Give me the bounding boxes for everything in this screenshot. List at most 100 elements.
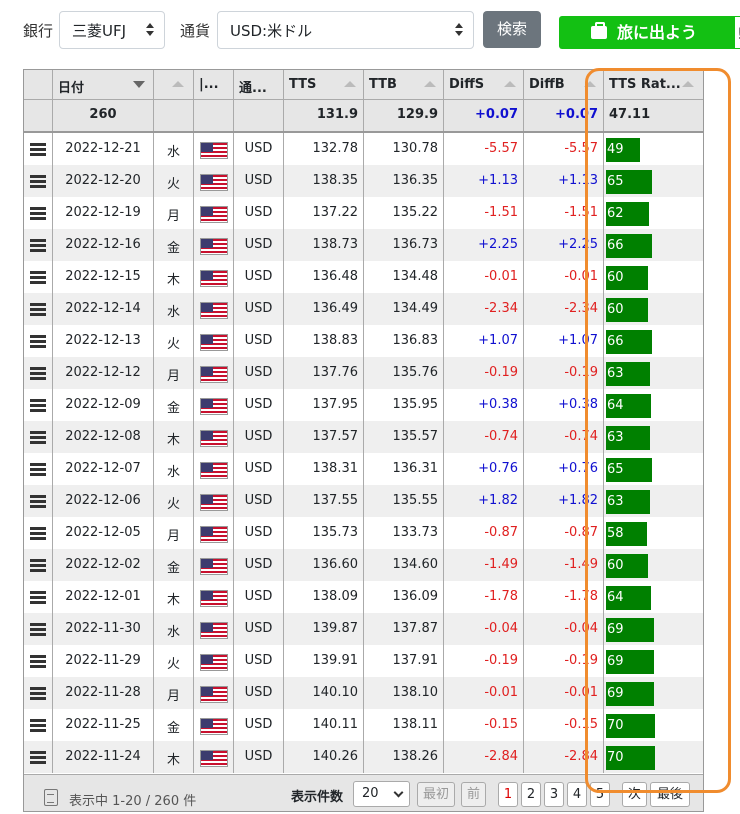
date-cell: 2022-12-19 — [53, 197, 154, 229]
drag-handle-icon[interactable] — [30, 591, 46, 604]
table-row[interactable]: 2022-11-24 木 USD 140.26 138.26 -2.84 -2.84 70 — [24, 741, 703, 773]
first-page-button[interactable]: 最初 — [417, 782, 455, 807]
page-button-3[interactable]: 3 — [544, 782, 564, 807]
header-currency[interactable]: 通... — [234, 70, 284, 100]
table-row[interactable]: 2022-12-08 木 USD 137.57 135.57 -0.74 -0.74 63 — [24, 421, 703, 453]
flag-cell — [194, 453, 234, 485]
drag-handle-icon[interactable] — [30, 751, 46, 764]
row-handle-cell — [24, 549, 53, 581]
drag-handle-icon[interactable] — [30, 655, 46, 668]
flag-cell — [194, 581, 234, 613]
table-row[interactable]: 2022-12-01 木 USD 138.09 136.09 -1.78 -1.78 64 — [24, 581, 703, 613]
page-button-5[interactable]: 5 — [590, 782, 610, 807]
bank-label: 銀行 — [23, 22, 54, 40]
calc-blank — [234, 100, 284, 131]
search-button[interactable]: 検索 — [483, 11, 541, 48]
currency-cell: USD — [234, 421, 284, 453]
travel-button[interactable]: 旅に出よう ! — [559, 16, 740, 49]
currency-select[interactable]: USD:米ドル — [217, 11, 474, 49]
page-button-2[interactable]: 2 — [521, 782, 541, 807]
drag-handle-icon[interactable] — [30, 143, 46, 156]
table-row[interactable]: 2022-12-15 木 USD 136.48 134.48 -0.01 -0.01 60 — [24, 261, 703, 293]
drag-handle-icon[interactable] — [30, 687, 46, 700]
tts-cell: 138.35 — [284, 165, 364, 197]
drag-handle-icon[interactable] — [30, 335, 46, 348]
header-tts[interactable]: TTS — [284, 70, 364, 100]
last-page-button[interactable]: 最後 — [650, 782, 690, 807]
diffs-cell: +1.13 — [444, 165, 524, 197]
flag-cell — [194, 677, 234, 709]
header-flag[interactable]: |... — [194, 70, 234, 100]
ttb-cell: 134.60 — [364, 549, 444, 581]
ttb-cell: 135.57 — [364, 421, 444, 453]
ttb-cell: 137.91 — [364, 645, 444, 677]
table-row[interactable]: 2022-12-19 月 USD 137.22 135.22 -1.51 -1.51 62 — [24, 197, 703, 229]
prev-page-button[interactable]: 前 — [461, 782, 486, 807]
drag-handle-icon[interactable] — [30, 303, 46, 316]
ttb-cell: 134.49 — [364, 293, 444, 325]
table-row[interactable]: 2022-12-14 水 USD 136.49 134.49 -2.34 -2.34 60 — [24, 293, 703, 325]
bank-select[interactable]: 三菱UFJ — [59, 11, 165, 49]
drag-handle-icon[interactable] — [30, 271, 46, 284]
header-diffb[interactable]: DiffB — [524, 70, 604, 100]
header-tts-ratio[interactable]: TTS Rat... — [604, 70, 703, 100]
date-cell: 2022-12-08 — [53, 421, 154, 453]
table-row[interactable]: 2022-12-09 金 USD 137.95 135.95 +0.38 +0.38 64 — [24, 389, 703, 421]
drag-handle-icon[interactable] — [30, 207, 46, 220]
header-date[interactable]: 日付 — [53, 70, 154, 100]
rates-table: 日付 |... 通... TTS TTB DiffS DiffB TTS Rat… — [23, 69, 704, 812]
table-row[interactable]: 2022-12-16 金 USD 138.73 136.73 +2.25 +2.25 66 — [24, 229, 703, 261]
table-row[interactable]: 2022-12-20 火 USD 138.35 136.35 +1.13 +1.13 65 — [24, 165, 703, 197]
header-diffs[interactable]: DiffS — [444, 70, 524, 100]
table-row[interactable]: 2022-11-30 水 USD 139.87 137.87 -0.04 -0.04 69 — [24, 613, 703, 645]
tts-ratio-bar: 66 — [606, 330, 652, 354]
diffb-cell: -0.19 — [524, 645, 604, 677]
table-row[interactable]: 2022-12-21 水 USD 132.78 130.78 -5.57 -5.57 49 — [24, 133, 703, 165]
drag-handle-icon[interactable] — [30, 399, 46, 412]
header-flag-label: |... — [199, 77, 219, 92]
date-cell: 2022-12-01 — [53, 581, 154, 613]
page-button-1[interactable]: 1 — [498, 782, 518, 807]
header-date-label: 日付 — [58, 81, 85, 96]
table-row[interactable]: 2022-12-02 金 USD 136.60 134.60 -1.49 -1.49 60 — [24, 549, 703, 581]
table-row[interactable]: 2022-11-29 火 USD 139.91 137.91 -0.19 -0.19 69 — [24, 645, 703, 677]
drag-handle-icon[interactable] — [30, 623, 46, 636]
page-size-select[interactable]: 20 — [353, 781, 410, 807]
drag-handle-icon[interactable] — [30, 367, 46, 380]
drag-handle-icon[interactable] — [30, 175, 46, 188]
tts-ratio-cell: 64 — [604, 389, 703, 421]
ttb-cell: 135.95 — [364, 389, 444, 421]
header-ttb[interactable]: TTB — [364, 70, 444, 100]
flag-cell — [194, 549, 234, 581]
currency-cell: USD — [234, 517, 284, 549]
diffb-cell: -0.01 — [524, 677, 604, 709]
drag-handle-icon[interactable] — [30, 527, 46, 540]
flag-cell — [194, 741, 234, 773]
page-button-4[interactable]: 4 — [567, 782, 587, 807]
currency-cell: USD — [234, 453, 284, 485]
drag-handle-icon[interactable] — [30, 463, 46, 476]
calc-blank — [154, 100, 194, 131]
us-flag-icon — [200, 718, 228, 735]
drag-handle-icon[interactable] — [30, 719, 46, 732]
drag-handle-icon[interactable] — [30, 239, 46, 252]
next-page-button[interactable]: 次 — [622, 782, 647, 807]
table-row[interactable]: 2022-12-13 火 USD 138.83 136.83 +1.07 +1.07 66 — [24, 325, 703, 357]
drag-handle-icon[interactable] — [30, 495, 46, 508]
table-row[interactable]: 2022-12-12 月 USD 137.76 135.76 -0.19 -0.19 63 — [24, 357, 703, 389]
table-row[interactable]: 2022-11-25 金 USD 140.11 138.11 -0.15 -0.15 70 — [24, 709, 703, 741]
ttb-cell: 136.31 — [364, 453, 444, 485]
page-size-value: 20 — [362, 786, 379, 801]
table-row[interactable]: 2022-11-28 月 USD 140.10 138.10 -0.01 -0.01 69 — [24, 677, 703, 709]
table-row[interactable]: 2022-12-06 火 USD 137.55 135.55 +1.82 +1.82 63 — [24, 485, 703, 517]
drag-handle-icon[interactable] — [30, 431, 46, 444]
drag-handle-icon[interactable] — [30, 559, 46, 572]
table-row[interactable]: 2022-12-07 水 USD 138.31 136.31 +0.76 +0.76 65 — [24, 453, 703, 485]
table-row[interactable]: 2022-12-05 月 USD 135.73 133.73 -0.87 -0.87 58 — [24, 517, 703, 549]
tts-cell: 140.11 — [284, 709, 364, 741]
header-dow[interactable] — [154, 70, 194, 100]
ttb-cell: 136.73 — [364, 229, 444, 261]
flag-cell — [194, 133, 234, 165]
dow-cell: 月 — [154, 357, 194, 389]
calc-count: 260 — [53, 100, 154, 131]
